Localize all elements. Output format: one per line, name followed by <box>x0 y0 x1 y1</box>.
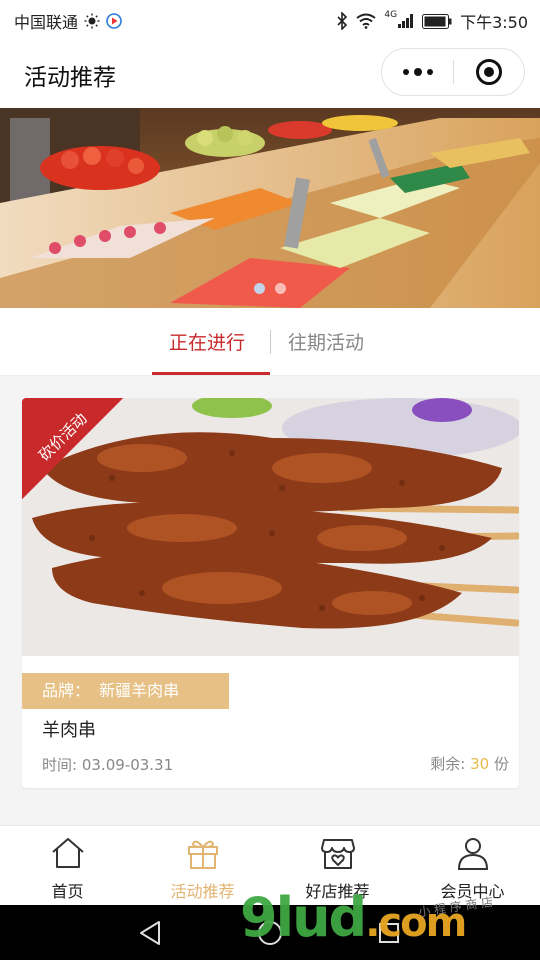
signal-icon: 4G <box>384 10 414 28</box>
tab-past[interactable]: 往期活动 <box>288 328 364 355</box>
user-icon <box>457 838 488 870</box>
time-label: 时间: <box>42 756 78 774</box>
brand-value: 新疆羊肉串 <box>99 681 180 700</box>
close-miniprogram-button[interactable] <box>454 48 524 96</box>
banner-indicator-dot[interactable] <box>254 283 265 294</box>
active-tab-underline <box>152 372 270 375</box>
banner-carousel[interactable] <box>0 108 540 308</box>
network-type-label: 4G <box>384 10 398 20</box>
remain-label: 剩余: <box>430 755 466 773</box>
home-icon <box>51 838 84 868</box>
miniprogram-capsule <box>381 48 525 96</box>
wifi-icon <box>356 13 376 29</box>
remain-count: 30 <box>470 755 490 773</box>
more-dot-icon <box>413 68 422 76</box>
tab-ongoing[interactable]: 正在进行 <box>169 328 245 355</box>
banner-indicator-dot[interactable] <box>275 283 286 294</box>
tab-home-label: 首页 <box>51 882 84 901</box>
more-dot-icon <box>426 69 433 75</box>
activity-time: 时间: 03.09-03.31 <box>42 754 173 775</box>
remain-unit: 份 <box>493 755 509 773</box>
back-icon[interactable] <box>138 920 162 946</box>
buffet-banner-image <box>0 108 540 308</box>
clock-label: 下午3:50 <box>460 13 528 32</box>
brand-tag: 品牌： 新疆羊肉串 <box>22 673 229 709</box>
activity-name: 羊肉串 <box>42 720 96 741</box>
status-bar: 中国联通 4G 下午3:50 <box>0 0 540 38</box>
sun-icon <box>84 13 100 29</box>
activity-card[interactable]: 砍价活动 品牌： 新疆羊肉串 羊肉串 时间: 03.09-03.31 剩余: 3… <box>22 398 519 788</box>
navigation-bar: 活动推荐 <box>0 38 540 108</box>
remaining-stock: 剩余: 30 份 <box>430 753 509 774</box>
activity-image: 砍价活动 <box>22 398 519 656</box>
battery-icon <box>422 13 452 29</box>
time-value: 03.09-03.31 <box>81 756 174 774</box>
carrier-label: 中国联通 <box>14 13 79 32</box>
gift-icon <box>187 840 218 869</box>
tab-home[interactable]: 首页 <box>0 826 135 906</box>
more-dot-icon <box>402 69 409 75</box>
page-title: 活动推荐 <box>24 65 116 91</box>
bluetooth-icon <box>337 12 348 30</box>
banner-indicators <box>0 283 540 294</box>
brand-label: 品牌： <box>42 681 91 700</box>
activity-tabs: 正在进行 往期活动 <box>0 308 540 376</box>
tab-divider <box>270 330 271 354</box>
watermark-brand: 9lud <box>240 886 367 949</box>
shop-icon <box>320 839 355 869</box>
target-close-icon <box>475 59 502 85</box>
more-button[interactable] <box>382 48 453 96</box>
video-app-icon <box>106 13 122 29</box>
lamb-skewers-photo <box>22 398 519 656</box>
